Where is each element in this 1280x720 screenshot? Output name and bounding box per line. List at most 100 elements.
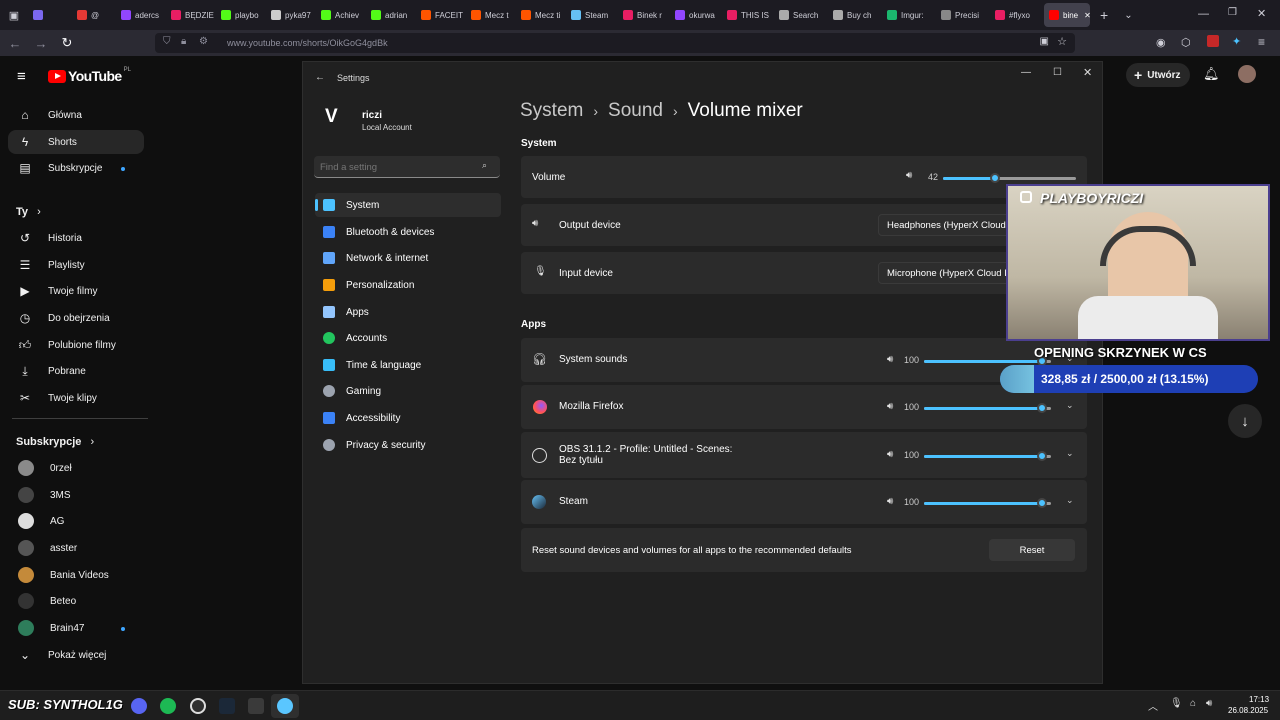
extensions-icon[interactable]: ⬡ — [1181, 36, 1191, 49]
back-icon[interactable]: ← — [4, 36, 26, 51]
settings-nav-item[interactable]: Bluetooth & devices — [315, 220, 501, 244]
spotify-icon[interactable] — [160, 698, 176, 714]
sidebar-item[interactable]: ⤓ Pobrane — [8, 359, 144, 383]
sidebar-item[interactable]: ✂ Twoje klipy — [8, 386, 144, 410]
app-volume-slider[interactable] — [924, 451, 1051, 461]
browser-tab[interactable]: #flyxo — [990, 0, 1044, 30]
browser-tab[interactable]: Mecz ti — [516, 0, 566, 30]
calculator-icon[interactable] — [248, 698, 264, 714]
picture-in-picture-icon[interactable]: ▣ — [1040, 36, 1049, 47]
browser-tab[interactable]: bine ✕ — [1044, 3, 1090, 27]
clock-time[interactable]: 17:13 — [1249, 695, 1269, 704]
subscription-channel[interactable]: 0rzeł — [8, 456, 144, 480]
tab-overview-icon[interactable]: ▣ — [0, 9, 28, 22]
browser-tab[interactable]: pyka97 — [266, 0, 316, 30]
subscription-channel[interactable]: Beteo — [8, 589, 144, 613]
expand-chevron-icon[interactable]: ⌄ — [1066, 400, 1074, 411]
subscription-channel[interactable]: AG — [8, 509, 144, 533]
subscription-channel[interactable]: asster — [8, 536, 144, 560]
discord-icon[interactable] — [131, 698, 147, 714]
sidebar-item[interactable]: ↺ Historia — [8, 226, 144, 250]
settings-back-icon[interactable]: ← — [315, 72, 325, 83]
speaker-icon[interactable]: 🔊︎ — [887, 354, 893, 365]
settings-nav-item[interactable]: Accounts — [315, 326, 501, 350]
browser-tab[interactable]: adrian — [366, 0, 416, 30]
forward-icon[interactable]: → — [30, 36, 52, 51]
close-tab-icon[interactable]: ✕ — [1084, 11, 1090, 20]
maximize-window-button[interactable]: ☐ — [1053, 67, 1062, 78]
notifications-bell-icon[interactable]: 🔔︎ — [1203, 66, 1220, 82]
browser-tab[interactable] — [28, 0, 72, 30]
subscriptions-section-header[interactable]: Subskrypcje › — [16, 436, 94, 448]
volume-slider[interactable] — [943, 173, 1076, 183]
breadcrumb-sound[interactable]: Sound — [608, 100, 663, 122]
browser-tab[interactable]: THIS IS — [722, 0, 774, 30]
speaker-icon[interactable]: 🔊︎ — [906, 170, 912, 181]
permissions-icon[interactable]: ⚙︎ — [199, 36, 208, 47]
speaker-icon[interactable]: 🔊︎ — [887, 496, 893, 507]
steam-taskbar-icon[interactable] — [219, 698, 235, 714]
account-icon[interactable]: ◉ — [1156, 36, 1166, 49]
browser-tab[interactable]: Precisi — [936, 0, 990, 30]
speaker-icon[interactable]: 🔊︎ — [887, 449, 893, 460]
browser-tab[interactable]: Imgur: — [882, 0, 936, 30]
speaker-icon[interactable]: 🔊︎ — [887, 401, 893, 412]
browser-tab[interactable]: Binek r — [618, 0, 670, 30]
browser-tab[interactable]: Buy ch — [828, 0, 882, 30]
sidebar-item[interactable]: ⌂ Główna — [8, 103, 144, 127]
settings-nav-item[interactable]: Network & internet — [315, 246, 501, 270]
tray-volume-icon[interactable]: 🔊︎ — [1206, 698, 1212, 709]
show-more-button[interactable]: ⌄ Pokaż więcej — [8, 643, 144, 667]
expand-chevron-icon[interactable]: ⌄ — [1066, 495, 1074, 506]
settings-nav-item[interactable]: Apps — [315, 300, 501, 324]
browser-tab[interactable]: @ — [72, 0, 116, 30]
browser-tab[interactable]: FACEIT — [416, 0, 466, 30]
tray-chevron-icon[interactable]: ︿ — [1148, 698, 1158, 713]
sidebar-item[interactable]: ☰ Playlisty — [8, 253, 144, 277]
browser-tab[interactable]: BĘDZIE — [166, 0, 216, 30]
minimize-window-button[interactable]: — — [1021, 67, 1031, 78]
shield-icon[interactable]: ⛉ — [163, 36, 171, 47]
sidebar-item[interactable]: 👍︎ Polubione filmy — [8, 333, 144, 357]
app-volume-slider-thumb[interactable] — [1037, 451, 1048, 461]
sidebar-item[interactable]: ϟ Shorts — [8, 130, 144, 154]
clock-date[interactable]: 26.08.2025 — [1228, 706, 1268, 715]
subscription-channel[interactable]: Bania Videos — [8, 563, 144, 587]
reload-icon[interactable]: ↻ — [56, 35, 78, 51]
bookmark-star-icon[interactable]: ☆ — [1057, 35, 1067, 48]
browser-tab[interactable]: Achiev — [316, 0, 366, 30]
close-window-button[interactable]: ✕ — [1083, 66, 1092, 79]
you-section-header[interactable]: Ty › — [16, 206, 41, 218]
sidebar-item[interactable]: ◷ Do obejrzenia — [8, 306, 144, 330]
url-text[interactable]: www.youtube.com/shorts/OikGoG4gdBk — [227, 38, 388, 48]
profile-avatar[interactable] — [1238, 65, 1256, 83]
menu-icon[interactable]: ≡ — [1258, 35, 1265, 49]
app-volume-slider[interactable] — [924, 403, 1051, 413]
app-volume-slider-thumb[interactable] — [1037, 498, 1048, 508]
volume-slider-thumb[interactable] — [989, 173, 1000, 183]
settings-nav-item[interactable]: Personalization — [315, 273, 501, 297]
browser-tab[interactable]: Mecz t — [466, 0, 516, 30]
tray-network-icon[interactable]: ⌂ — [1190, 698, 1196, 709]
close-browser-button[interactable]: ✕ — [1257, 7, 1266, 20]
settings-nav-item[interactable]: Privacy & security — [315, 433, 501, 457]
app-volume-slider[interactable] — [924, 356, 1051, 366]
lock-icon[interactable]: 🔒︎ — [181, 36, 186, 47]
settings-nav-item[interactable]: Accessibility — [315, 406, 501, 430]
settings-nav-item[interactable]: Gaming — [315, 379, 501, 403]
settings-search-input[interactable] — [320, 160, 470, 174]
sidebar-item[interactable]: ▶ Twoje filmy — [8, 279, 144, 303]
addon-icon[interactable]: ✦ — [1232, 35, 1241, 48]
app-volume-slider[interactable] — [924, 498, 1051, 508]
tray-microphone-icon[interactable]: 🎙︎ — [1170, 698, 1183, 709]
browser-tab[interactable]: playbo — [216, 0, 266, 30]
tab-list-chevron-icon[interactable]: ⌄ — [1124, 10, 1132, 21]
obs-taskbar-icon[interactable] — [190, 698, 206, 714]
browser-tab[interactable]: Steam — [566, 0, 618, 30]
reset-button[interactable]: Reset — [989, 539, 1075, 561]
settings-nav-item[interactable]: System — [315, 193, 501, 217]
minimize-browser-button[interactable]: — — [1198, 8, 1209, 20]
create-button[interactable]: + Utwórz — [1126, 63, 1190, 87]
settings-search-box[interactable]: ⌕ — [314, 156, 500, 178]
address-bar[interactable]: ⛉ 🔒︎ ⚙︎ www.youtube.com/shorts/OikGoG4gd… — [155, 33, 1075, 53]
